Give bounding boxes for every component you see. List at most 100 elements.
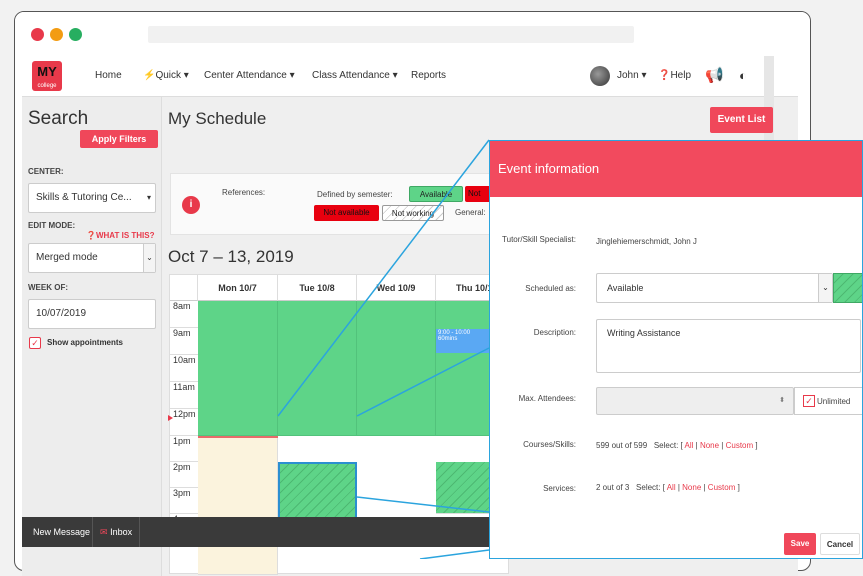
nav-user[interactable]: John ▾: [617, 70, 646, 81]
cancel-button[interactable]: Cancel: [820, 533, 860, 555]
maximize-dot-icon[interactable]: [69, 28, 82, 41]
footer-divider: [139, 517, 140, 547]
courses-select-custom-link[interactable]: Custom: [726, 441, 754, 450]
event-information-dialog: Event information Tutor/Skill Specialist…: [489, 140, 863, 559]
color-swatch[interactable]: [833, 273, 862, 303]
hour-label: 1pm: [170, 436, 198, 462]
center-select[interactable]: Skills & Tutoring Ce... ▾: [28, 183, 156, 213]
availability-block-tue[interactable]: [278, 301, 357, 436]
event-list-button[interactable]: Event List: [710, 107, 773, 133]
edit-mode-select[interactable]: Merged mode ⌄: [28, 243, 156, 273]
envelope-icon: ✉: [100, 527, 108, 537]
courses-skills-value: 599 out of 599 Select: [ All | None | Cu…: [596, 441, 758, 450]
close-dot-icon[interactable]: [31, 28, 44, 41]
sidebar-title: Search: [28, 108, 89, 129]
chevron-down-icon: ⌄: [143, 244, 155, 272]
defined-by-semester-label: Defined by semester:: [317, 190, 393, 199]
apply-filters-button[interactable]: Apply Filters: [80, 130, 158, 148]
available-chip: Available: [409, 186, 463, 202]
edit-mode-label: EDIT MODE:: [28, 221, 76, 230]
current-time-marker-icon: [168, 415, 173, 421]
not-available-chip: Not available: [314, 205, 379, 221]
show-appointments-checkbox[interactable]: ✓: [29, 337, 41, 349]
chevron-down-icon: ⌄: [818, 274, 832, 302]
services-select-all-link[interactable]: All: [667, 483, 676, 492]
availability-block-mon[interactable]: [198, 301, 278, 436]
logo[interactable]: MY college: [32, 61, 62, 91]
dialog-title: Event information: [490, 141, 862, 197]
calendar-event[interactable]: 9:00 - 10:00 60mins: [436, 329, 496, 353]
avatar[interactable]: [590, 66, 610, 86]
availability-block-wed[interactable]: [357, 301, 436, 436]
footer-divider: [92, 517, 93, 547]
event-duration: 60mins: [438, 336, 458, 342]
unlimited-label: Unlimited: [817, 397, 851, 406]
center-select-value: Skills & Tutoring Ce...: [36, 192, 132, 203]
day-header[interactable]: Mon 10/7: [198, 275, 278, 301]
hour-label: 2pm: [170, 462, 198, 488]
description-textarea[interactable]: Writing Assistance: [596, 319, 861, 373]
scheduled-as-select[interactable]: Available ⌄: [596, 273, 833, 303]
browser-chrome: [15, 12, 810, 57]
minimize-dot-icon[interactable]: [50, 28, 63, 41]
nav-quick[interactable]: ⚡Quick ▾: [143, 70, 189, 81]
select-label: Select: [: [653, 441, 683, 450]
top-navbar: MY college Home ⚡Quick ▾ Center Attendan…: [22, 56, 798, 536]
day-header[interactable]: Wed 10/9: [357, 275, 436, 301]
courses-select-none-link[interactable]: None: [700, 441, 719, 450]
inbox-label: Inbox: [110, 527, 133, 537]
courses-skills-label: Courses/Skills:: [523, 440, 576, 449]
nav-home[interactable]: Home: [95, 70, 122, 81]
spinner-icon[interactable]: ⬍: [779, 396, 785, 404]
scheduled-as-value: Available: [607, 283, 644, 293]
services-select-none-link[interactable]: None: [682, 483, 701, 492]
address-bar[interactable]: [148, 26, 634, 43]
hour-label: 11am: [170, 382, 198, 409]
hour-label: 9am: [170, 328, 198, 355]
hour-label: 3pm: [170, 488, 198, 514]
inbox-button[interactable]: ✉ Inbox: [100, 527, 132, 538]
unlimited-toggle[interactable]: ✓ Unlimited: [794, 387, 862, 415]
tutor-value: Jinglehiemerschmidt, John J: [596, 237, 697, 246]
week-of-input[interactable]: 10/07/2019: [28, 299, 156, 329]
day-header[interactable]: Tue 10/8: [278, 275, 357, 301]
nav-class-attendance[interactable]: Class Attendance ▾: [312, 70, 398, 81]
cream-column-mon: [198, 436, 278, 575]
week-range-title: Oct 7 – 13, 2019: [168, 247, 294, 266]
info-icon: i: [182, 196, 200, 214]
nav-reports[interactable]: Reports: [411, 70, 446, 81]
select-label: Select: [: [636, 483, 665, 492]
unlimited-checkbox[interactable]: ✓: [803, 395, 815, 407]
new-message-button[interactable]: New Message: [33, 527, 90, 537]
services-value: 2 out of 3 Select: [ All | None | Custom…: [596, 483, 740, 492]
what-is-this-link[interactable]: ❓WHAT IS THIS?: [86, 231, 154, 240]
services-select-custom-link[interactable]: Custom: [708, 483, 736, 492]
nav-help-label: Help: [670, 70, 692, 81]
hour-label: 8am: [170, 301, 198, 328]
sidebar: Search Apply Filters CENTER: Skills & Tu…: [22, 97, 162, 576]
contrast-icon[interactable]: ◐: [739, 68, 747, 83]
description-label: Description:: [533, 328, 576, 337]
nav-quick-label: Quick ▾: [155, 70, 189, 81]
caret-down-icon: ▾: [146, 193, 151, 202]
hour-label: 10am: [170, 355, 198, 382]
logo-subtext: college: [37, 83, 57, 89]
help-circle-icon: ❓: [86, 231, 96, 240]
nav-center-attendance[interactable]: Center Attendance ▾: [204, 70, 295, 81]
page-title: My Schedule: [168, 109, 267, 128]
general-label: General:: [455, 208, 486, 217]
nav-help[interactable]: ❓Help: [658, 70, 691, 81]
not-working-chip: Not working: [382, 205, 444, 221]
week-of-label: WEEK OF:: [28, 283, 68, 292]
references-label: References:: [222, 188, 266, 197]
courses-select-all-link[interactable]: All: [685, 441, 694, 450]
tutor-label: Tutor/Skill Specialist:: [502, 235, 576, 244]
what-is-this-label: WHAT IS THIS?: [95, 231, 155, 240]
services-label: Services:: [543, 484, 576, 493]
edit-mode-value: Merged mode: [36, 252, 98, 263]
current-time-line: [198, 436, 278, 438]
megaphone-icon[interactable]: 📢: [705, 66, 724, 84]
calendar-corner: [170, 275, 198, 301]
save-button[interactable]: Save: [784, 533, 816, 555]
max-attendees-input[interactable]: ⬍: [596, 387, 794, 415]
